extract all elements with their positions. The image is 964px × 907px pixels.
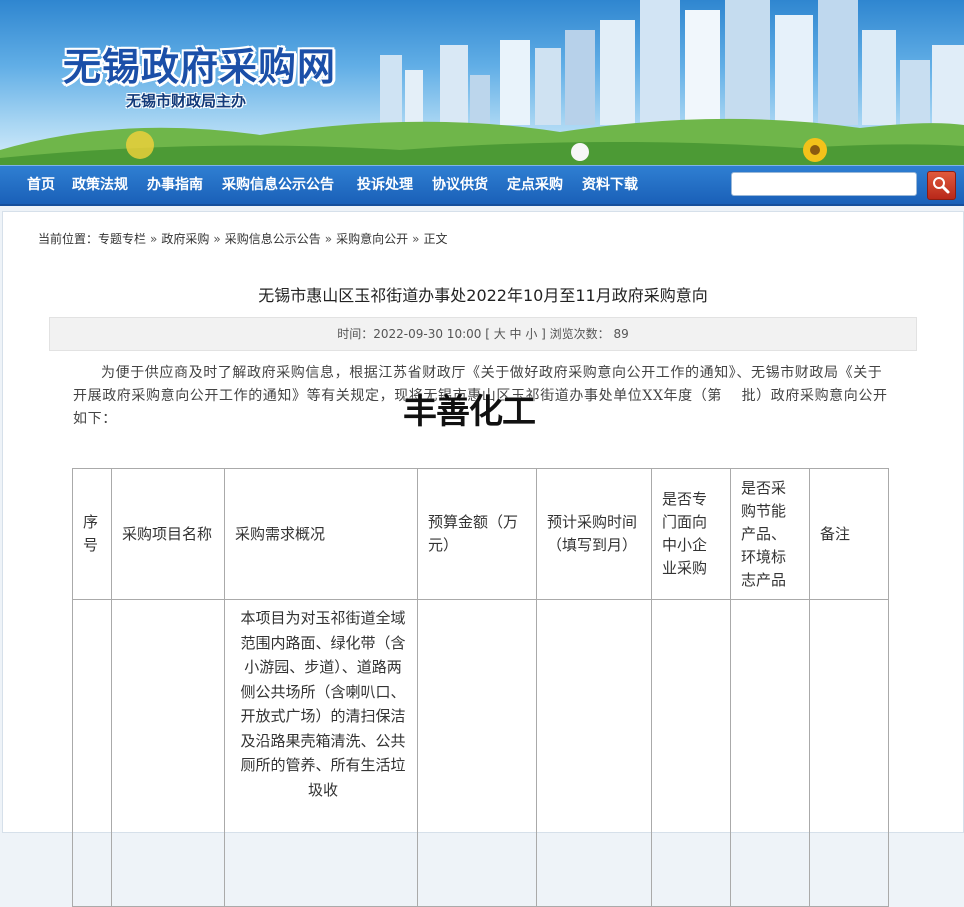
- procurement-table: 序号 采购项目名称 采购需求概况 预算金额（万元） 预计采购时间（填写到月） 是…: [72, 468, 889, 907]
- watermark-overlay: 丰善化工: [403, 392, 536, 432]
- col-header-index: 序号: [72, 468, 112, 600]
- breadcrumb-prefix: 当前位置：: [38, 232, 99, 246]
- breadcrumb-separator: »: [412, 232, 420, 246]
- site-title: 无锡政府采购网: [63, 44, 337, 89]
- article-meta: 时间：2022-09-30 10:00 [ 大 中 小 ] 浏览次数： 89: [49, 317, 917, 351]
- breadcrumb: 当前位置：专题专栏» 政府采购» 采购信息公示公告» 采购意向公开» 正文: [38, 230, 447, 247]
- nav-item-guide[interactable]: 办事指南: [147, 166, 203, 204]
- search-icon: [933, 177, 950, 194]
- breadcrumb-separator: »: [150, 232, 158, 246]
- breadcrumb-separator: »: [324, 232, 333, 246]
- col-header-planned-time: 预计采购时间（填写到月）: [536, 468, 652, 600]
- table-header-row: 序号 采购项目名称 采购需求概况 预算金额（万元） 预计采购时间（填写到月） 是…: [72, 468, 889, 600]
- table-row: 本项目为对玉祁街道全域范围内路面、绿化带（含小游园、步道）、道路两侧公共场所（含…: [72, 599, 889, 907]
- procurement-table-wrapper: 序号 采购项目名称 采购需求概况 预算金额（万元） 预计采购时间（填写到月） 是…: [72, 468, 889, 907]
- col-header-requirements: 采购需求概况: [224, 468, 418, 600]
- nav-item-complaints[interactable]: 投诉处理: [357, 166, 413, 204]
- col-header-green-products: 是否采购节能产品、环境标志产品: [730, 468, 810, 600]
- nav-item-announcements[interactable]: 采购信息公示公告: [222, 166, 334, 204]
- breadcrumb-link-announcements[interactable]: 采购信息公示公告: [225, 232, 321, 246]
- cell-planned-time: [536, 599, 652, 907]
- cell-green-products: [730, 599, 810, 907]
- breadcrumb-current: 正文: [423, 232, 448, 246]
- breadcrumb-link-procurement[interactable]: 政府采购: [161, 232, 209, 246]
- nav-item-policy[interactable]: 政策法规: [72, 166, 128, 204]
- cell-budget: [417, 599, 537, 907]
- search-button[interactable]: [927, 171, 956, 200]
- breadcrumb-link-intentions[interactable]: 采购意向公开: [336, 232, 408, 246]
- cell-index: [72, 599, 112, 907]
- content-panel: 当前位置：专题专栏» 政府采购» 采购信息公示公告» 采购意向公开» 正文 无锡市惠山区…: [2, 211, 964, 907]
- breadcrumb-separator: »: [213, 232, 221, 246]
- breadcrumb-link-special[interactable]: 专题专栏: [98, 232, 146, 246]
- main-nav: 首页 政策法规 办事指南 采购信息公示公告 投诉处理 协议供货 定点采购 资料下…: [0, 165, 964, 206]
- article-title: 无锡市惠山区玉祁街道办事处2022年10月至11月政府采购意向: [258, 286, 708, 305]
- search-input[interactable]: [731, 172, 917, 196]
- cell-sme: [651, 599, 731, 907]
- col-header-sme: 是否专门面向中小企业采购: [651, 468, 731, 600]
- cell-remarks: [809, 599, 889, 907]
- cell-requirements: 本项目为对玉祁街道全域范围内路面、绿化带（含小游园、步道）、道路两侧公共场所（含…: [224, 599, 418, 907]
- header-banner: 无锡政府采购网 无锡市财政局主办: [0, 0, 964, 165]
- cell-project-name: [111, 599, 225, 907]
- nav-item-downloads[interactable]: 资料下载: [582, 166, 638, 204]
- site-subtitle: 无锡市财政局主办: [126, 92, 247, 110]
- col-header-budget: 预算金额（万元）: [417, 468, 537, 600]
- col-header-project-name: 采购项目名称: [111, 468, 225, 600]
- nav-item-agreement-supply[interactable]: 协议供货: [432, 166, 488, 204]
- nav-item-home[interactable]: 首页: [27, 166, 55, 204]
- nav-item-designated-procurement[interactable]: 定点采购: [507, 166, 563, 204]
- col-header-remarks: 备注: [809, 468, 889, 600]
